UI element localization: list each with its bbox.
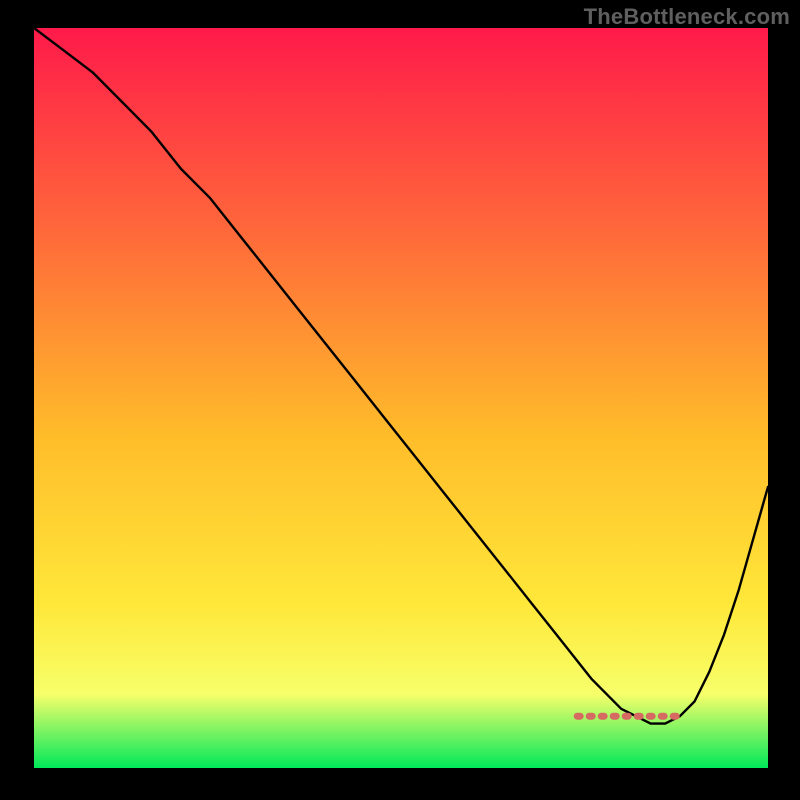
plot-svg (34, 28, 768, 768)
plot-area (34, 28, 768, 768)
gradient-background (34, 28, 768, 768)
chart-frame: TheBottleneck.com (0, 0, 800, 800)
watermark-text: TheBottleneck.com (584, 4, 790, 30)
